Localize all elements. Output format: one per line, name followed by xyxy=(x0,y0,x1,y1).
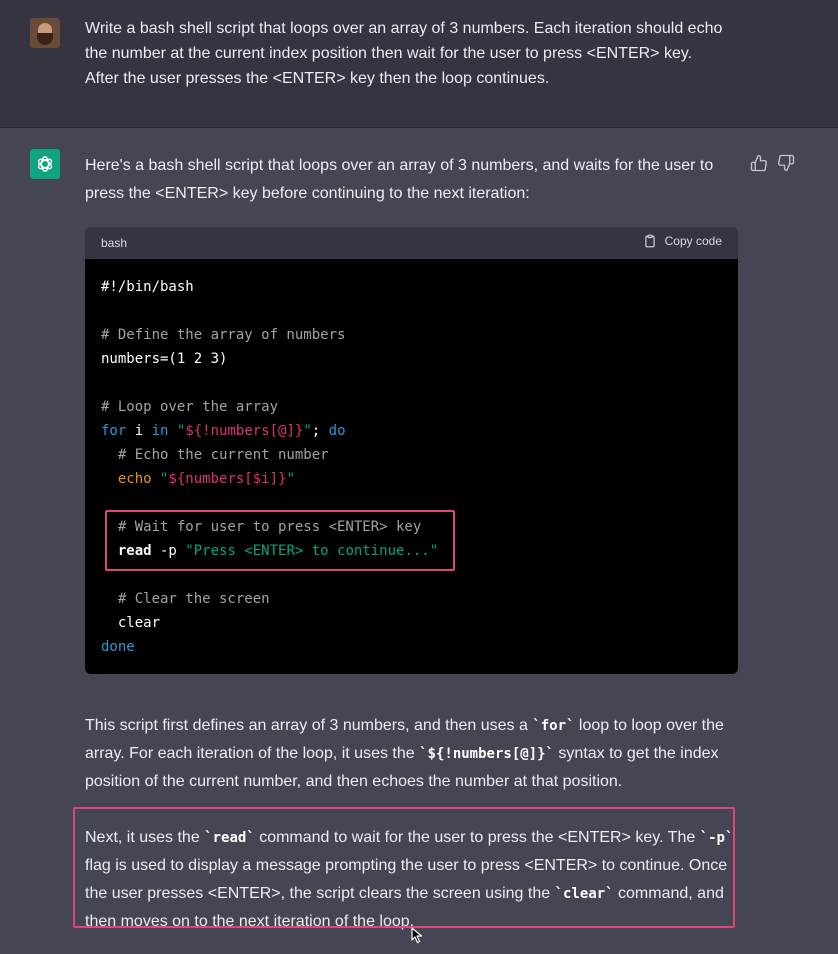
thumbs-down-icon[interactable] xyxy=(777,154,795,172)
code-token: i xyxy=(126,423,152,439)
code-block: bash Copy code #!/bin/bash # Define the a… xyxy=(85,227,738,674)
user-message-line: the number at the current index position… xyxy=(85,45,693,62)
code-token: #!/bin/bash xyxy=(101,279,194,295)
assistant-intro-line: press the <ENTER> key before continuing … xyxy=(85,185,530,202)
user-message-text: Write a bash shell script that loops ove… xyxy=(85,16,765,91)
inline-code: `${!numbers[@]}` xyxy=(419,746,554,762)
paragraph-text: This script first defines an array of 3 … xyxy=(85,717,533,734)
explanation-paragraph-1: This script first defines an array of 3 … xyxy=(85,712,740,796)
user-message-row: Write a bash shell script that loops ove… xyxy=(0,0,838,128)
code-line: numbers=(1 2 3) xyxy=(85,347,738,371)
code-token: # Echo the current number xyxy=(101,447,329,463)
code-token: echo xyxy=(117,471,152,487)
code-line: echo "${numbers[$i]}" xyxy=(85,467,738,491)
code-token: # Clear the screen xyxy=(101,591,270,607)
mouse-cursor-icon xyxy=(411,927,423,944)
copy-code-label: Copy code xyxy=(664,234,722,248)
code-token: " xyxy=(303,423,312,439)
code-line: # Loop over the array xyxy=(85,395,738,419)
code-body: #!/bin/bash # Define the array of numbers… xyxy=(85,259,738,659)
assistant-intro-line: Here's a bash shell script that loops ov… xyxy=(85,157,714,174)
user-message-line: After the user presses the <ENTER> key t… xyxy=(85,70,550,87)
thumbs-up-icon[interactable] xyxy=(750,154,768,172)
code-token: in xyxy=(151,423,169,439)
code-line: done xyxy=(85,635,738,659)
code-line: #!/bin/bash xyxy=(85,275,738,299)
inline-code: `for` xyxy=(532,718,575,734)
code-token: # Loop over the array xyxy=(101,399,279,415)
user-avatar xyxy=(30,18,60,48)
code-token: " xyxy=(286,471,295,487)
code-token: ${numbers[$i]} xyxy=(168,471,287,487)
assistant-intro: Here's a bash shell script that loops ov… xyxy=(85,152,735,208)
code-token: do xyxy=(328,423,346,439)
code-token: done xyxy=(101,639,135,655)
code-token: numbers=(1 2 3) xyxy=(101,351,228,367)
clipboard-icon xyxy=(644,234,655,248)
code-token: for xyxy=(101,423,127,439)
code-language-label: bash xyxy=(101,236,128,250)
code-line: # Clear the screen xyxy=(85,587,738,611)
copy-code-button[interactable]: Copy code xyxy=(643,234,722,248)
code-line: clear xyxy=(85,611,738,635)
code-header: bash Copy code xyxy=(85,227,738,259)
openai-logo-icon xyxy=(30,149,60,179)
code-token: ; xyxy=(311,423,329,439)
paragraph-highlight-box xyxy=(73,807,735,928)
code-token: # Define the array of numbers xyxy=(101,327,346,343)
code-token: clear xyxy=(101,615,161,631)
code-token: ${!numbers[@]} xyxy=(185,423,304,439)
code-line: for i in "${!numbers[@]}"; do xyxy=(85,419,738,443)
code-line: # Define the array of numbers xyxy=(85,323,738,347)
code-highlight-box xyxy=(105,510,455,571)
avatar-beard xyxy=(37,33,53,45)
code-line: # Echo the current number xyxy=(85,443,738,467)
user-message-line: Write a bash shell script that loops ove… xyxy=(85,20,723,37)
openai-logo-icon xyxy=(37,156,53,172)
